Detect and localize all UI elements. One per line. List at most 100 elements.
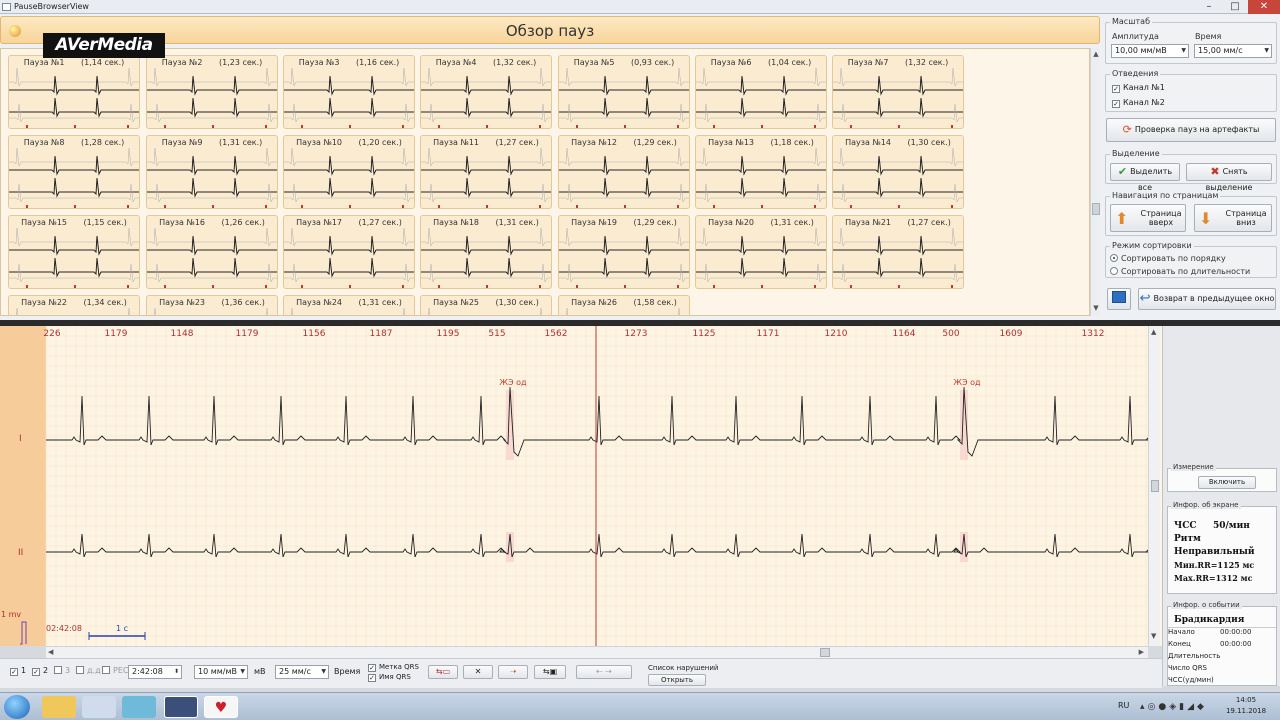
pause-thumbnail[interactable]: Пауза №21 (1,27 сек.) <box>832 215 964 289</box>
pause-thumbnail[interactable]: Пауза №18 (1,31 сек.) <box>420 215 552 289</box>
chrec-checkbox[interactable]: РЕС <box>102 666 128 675</box>
tool-save-button[interactable]: ⇆▣ <box>534 665 566 679</box>
back-button[interactable]: ↩ Возврат в предыдущее окно <box>1138 288 1276 310</box>
amplitude-select[interactable]: 10,00 мм/мВ ▼ <box>1111 44 1189 58</box>
maximize-icon[interactable]: □ <box>1222 0 1248 14</box>
pause-duration: (1,32 сек.) <box>490 58 537 67</box>
ecg-trace-line <box>696 148 826 167</box>
ecg-vertical-scrollbar[interactable]: ▲ ▼ <box>1148 326 1160 646</box>
tool-compare-button[interactable]: ⇠ ⇢ <box>576 665 632 679</box>
scroll-left-icon[interactable]: ◀ <box>48 648 53 656</box>
clock-time[interactable]: 14:05 <box>1226 696 1266 704</box>
scroll-thumb[interactable] <box>1151 480 1159 492</box>
pause-thumbnail[interactable]: Пауза №20 (1,31 сек.) <box>695 215 827 289</box>
channel2-checkbox[interactable]: ✓ Канал №2 <box>1112 98 1165 108</box>
explorer-icon[interactable] <box>42 696 76 718</box>
page-down-button[interactable]: ⬇ Страница вниз <box>1194 204 1272 232</box>
pause-thumbnail[interactable]: Пауза №16 (1,26 сек.) <box>146 215 278 289</box>
tray-icons[interactable]: ▴◎●◈▮◢◆ <box>1140 702 1207 712</box>
tool-delete-button[interactable]: ✕ <box>463 665 493 679</box>
scroll-right-icon[interactable]: ▶ <box>1139 648 1144 656</box>
pause-thumbnail[interactable]: Пауза №6 (1,04 сек.) <box>695 55 827 129</box>
pause-thumbnail[interactable]: Пауза №7 (1,32 сек.) <box>832 55 964 129</box>
beat-marker <box>850 205 852 208</box>
ecg-app-icon[interactable] <box>164 696 198 718</box>
scroll-down-icon[interactable]: ▼ <box>1151 632 1156 640</box>
pause-number: Пауза №3 <box>298 58 340 67</box>
pause-thumbnail[interactable]: Пауза №22 (1,34 сек.) <box>8 295 140 315</box>
ch1-checkbox[interactable]: ✓ 1 <box>10 666 26 676</box>
measure-enable-button[interactable]: Включить <box>1198 476 1256 489</box>
minimize-icon[interactable]: – <box>1196 0 1222 14</box>
beat-marker <box>301 285 303 288</box>
page-up-button[interactable]: ⬆ Страница вверх <box>1110 204 1186 232</box>
scroll-up-icon[interactable]: ▲ <box>1151 328 1156 336</box>
deselect-button[interactable]: ✖ Снять выделение <box>1186 163 1272 192</box>
amp-select[interactable]: 10 мм/мВ ▼ <box>194 665 248 679</box>
pause-thumbnail[interactable]: Пауза №4 (1,32 сек.) <box>420 55 552 129</box>
pause-thumbnail[interactable]: Пауза №24 (1,31 сек.) <box>283 295 415 315</box>
time-spinner[interactable]: 2:42:08 ⬍ <box>128 665 182 679</box>
select-all-button[interactable]: ✔ Выделить все <box>1110 163 1180 192</box>
ecg-trace-line <box>696 155 826 176</box>
time-select[interactable]: 15,00 мм/с ▼ <box>1194 44 1272 58</box>
speed-select[interactable]: 25 мм/с ▼ <box>275 665 329 679</box>
pause-thumbnail[interactable]: Пауза №17 (1,27 сек.) <box>283 215 415 289</box>
pause-thumbnail[interactable]: Пауза №5 (0,93 сек.) <box>558 55 690 129</box>
beat-marker <box>624 285 626 288</box>
pause-thumbnail[interactable]: Пауза №23 (1,36 сек.) <box>146 295 278 315</box>
pause-thumbnail[interactable]: Пауза №25 (1,30 сек.) <box>420 295 552 315</box>
sort-by-order-radio[interactable]: Сортировать по порядку <box>1110 254 1226 263</box>
ecg-trace-line <box>284 177 414 198</box>
sort-by-duration-radio[interactable]: Сортировать по длительности <box>1110 267 1250 276</box>
ecg-trace-line <box>9 263 139 283</box>
scroll-thumb[interactable] <box>1092 203 1100 215</box>
pause-number: Пауза №6 <box>710 58 752 67</box>
pause-thumbnail[interactable]: Пауза №12 (1,29 сек.) <box>558 135 690 209</box>
ecg-trace-line <box>421 263 551 283</box>
open-violations-button[interactable]: Открыть <box>648 674 706 686</box>
chdd-checkbox[interactable]: д.д <box>76 666 101 675</box>
pause-thumbnail[interactable]: Пауза №3 (1,16 сек.) <box>283 55 415 129</box>
ch3-label: 3 <box>65 666 71 675</box>
qrs-name-checkbox[interactable]: ✓ Имя QRS <box>368 673 411 682</box>
pause-thumbnail[interactable]: Пауза №14 (1,30 сек.) <box>832 135 964 209</box>
app-icon[interactable] <box>82 696 116 718</box>
pause-thumbnail[interactable]: Пауза №2 (1,23 сек.) <box>146 55 278 129</box>
qrs-mark-checkbox[interactable]: ✓ Метка QRS <box>368 663 419 672</box>
sort-by-duration-label: Сортировать по длительности <box>1121 267 1251 276</box>
scroll-thumb[interactable] <box>820 648 830 657</box>
app-icon[interactable] <box>122 696 156 718</box>
pause-thumbnail[interactable]: Пауза №15 (1,15 сек.) <box>8 215 140 289</box>
grid-scrollbar[interactable]: ▲ ▼ <box>1090 48 1100 316</box>
heart-icon[interactable]: ♥ <box>204 696 238 718</box>
ecg-horizontal-scrollbar[interactable]: ◀ ▶ <box>46 646 1148 658</box>
pause-thumbnail-label: Пауза №4 (1,32 сек.) <box>421 58 551 67</box>
channel1-checkbox[interactable]: ✓ Канал №1 <box>1112 83 1165 93</box>
pause-thumbnail[interactable]: Пауза №10 (1,20 сек.) <box>283 135 415 209</box>
ecg-trace-line <box>9 103 139 123</box>
tool-arrow-button[interactable]: ➝ <box>498 665 528 679</box>
save-button[interactable] <box>1107 288 1131 310</box>
pause-number: Пауза №18 <box>433 218 479 227</box>
ch2-checkbox[interactable]: ✓ 2 <box>32 666 48 676</box>
tool-marker-button[interactable]: ⇆▭ <box>428 665 458 679</box>
start-button[interactable] <box>4 695 30 719</box>
clock-date[interactable]: 19.11.2018 <box>1222 707 1270 715</box>
pause-thumbnail[interactable]: Пауза №1 (1,14 сек.) <box>8 55 140 129</box>
pause-thumbnail[interactable]: Пауза №26 (1,58 сек.) <box>558 295 690 315</box>
pause-thumbnail[interactable]: Пауза №13 (1,18 сек.) <box>695 135 827 209</box>
language-indicator[interactable]: RU <box>1118 701 1129 710</box>
scroll-down-icon[interactable]: ▼ <box>1092 304 1100 312</box>
pause-thumbnail[interactable]: Пауза №19 (1,29 сек.) <box>558 215 690 289</box>
pause-thumbnail[interactable]: Пауза №9 (1,31 сек.) <box>146 135 278 209</box>
beat-marker <box>26 205 28 208</box>
close-icon[interactable]: ✕ <box>1248 0 1280 14</box>
ch3-checkbox[interactable]: 3 <box>54 666 70 675</box>
pause-thumbnail[interactable]: Пауза №11 (1,27 сек.) <box>420 135 552 209</box>
artifact-check-button[interactable]: ⟳ Проверка пауз на артефакты <box>1106 118 1276 142</box>
pause-ecg-trace <box>291 308 406 315</box>
beat-marker <box>212 125 214 128</box>
pause-thumbnail[interactable]: Пауза №8 (1,28 сек.) <box>8 135 140 209</box>
scroll-up-icon[interactable]: ▲ <box>1092 50 1100 58</box>
